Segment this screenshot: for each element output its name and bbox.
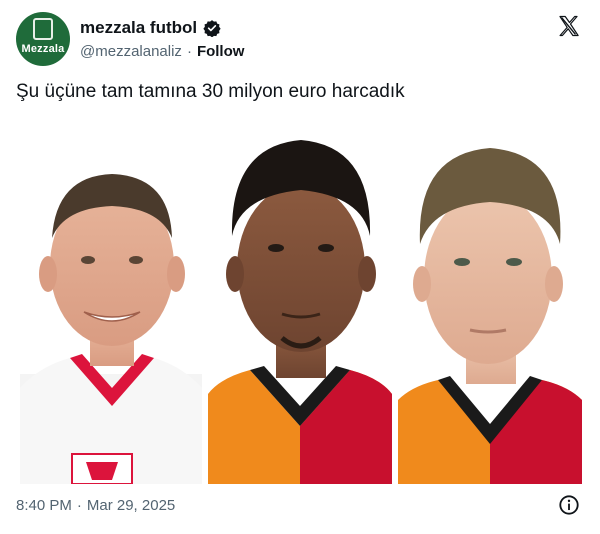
display-name[interactable]: mezzala futbol [80, 18, 197, 38]
player-2-portrait [208, 140, 392, 484]
crest-icon [33, 17, 53, 40]
tweet-text: Şu üçüne tam tamına 30 milyon euro harca… [16, 81, 405, 102]
handle-row: @mezzalanaliz · Follow [80, 40, 244, 62]
separator-dot: · [186, 42, 192, 60]
verified-badge-icon [203, 20, 221, 37]
player-3-portrait [398, 148, 582, 484]
timestamp-separator: · [76, 496, 82, 514]
info-icon[interactable] [558, 494, 580, 516]
avatar[interactable]: Mezzala [16, 12, 70, 66]
tweet-time: 8:40 PM [16, 496, 72, 514]
handle[interactable]: @mezzalanaliz [80, 43, 182, 60]
timestamp[interactable]: 8:40 PM · Mar 29, 2025 [16, 494, 175, 516]
media-illustration [20, 140, 582, 484]
follow-button[interactable]: Follow [197, 43, 245, 60]
tweet-media[interactable] [20, 126, 582, 484]
tweet-card: Mezzala mezzala futbol @mezzalanaliz · F… [0, 0, 600, 534]
player-1-portrait [20, 174, 202, 484]
x-logo-icon[interactable] [557, 14, 581, 38]
name-row: mezzala futbol [80, 16, 221, 40]
avatar-text: Mezzala [21, 42, 65, 55]
tweet-date: Mar 29, 2025 [86, 496, 176, 514]
